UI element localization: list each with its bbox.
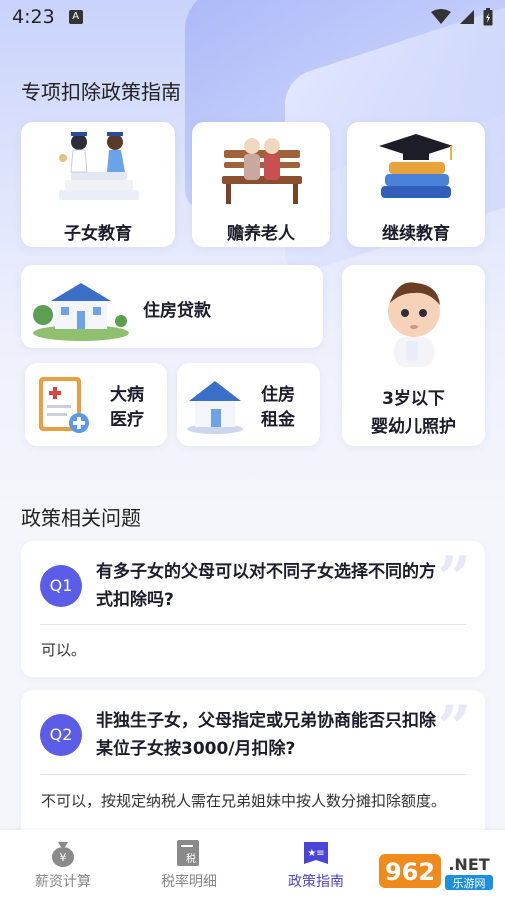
quote-mark-icon: ” <box>437 544 471 612</box>
svg-text:★≡: ★≡ <box>307 848 324 859</box>
battery-icon <box>483 8 493 26</box>
tab-tax-rate[interactable]: 税 税率明细 <box>134 830 244 899</box>
tab-label-salary-calc: 薪资计算 <box>35 874 91 890</box>
faq-card-2[interactable]: Q2 非独生子女，父母指定或兄弟协商能否只扣除某位子女按3000/月扣除? ” … <box>21 690 485 840</box>
tab-salary-calc[interactable]: ¥ 薪资计算 <box>8 830 118 899</box>
svg-text:¥: ¥ <box>60 851 67 864</box>
card-label-rent-line1: 住房 <box>261 385 295 405</box>
faq-divider <box>40 774 466 775</box>
card-medical[interactable]: 大病 医疗 <box>25 363 167 446</box>
medical-illustration-icon <box>39 377 89 433</box>
salary-calc-icon: ¥ <box>52 842 74 867</box>
svg-text:962: 962 <box>385 858 435 886</box>
tab-label-tax-rate: 税率明细 <box>161 874 217 890</box>
card-child-education[interactable]: 子女教育 <box>21 122 175 247</box>
status-time: 4:23 <box>12 6 55 28</box>
policy-guide-icon: ★≡ <box>304 842 328 864</box>
accessibility-a-icon: A <box>68 10 83 24</box>
faq-answer-2: 不可以，按规定纳税人需在兄弟姐妹中按人数分摊扣除额度。 <box>41 792 447 810</box>
card-housing-loan[interactable]: 住房贷款 <box>21 265 323 348</box>
housing-loan-illustration-icon <box>33 283 129 341</box>
svg-text:.NET: .NET <box>448 855 489 874</box>
card-label-elderly-support: 赡养老人 <box>227 224 295 244</box>
section-title-deduction-guide: 专项扣除政策指南 <box>21 80 181 104</box>
card-label-infant-care: 3岁以下 婴幼儿照护 <box>342 385 485 441</box>
tax-rate-icon: 税 <box>177 840 199 866</box>
continuing-education-illustration-icon <box>379 134 453 198</box>
rent-illustration-icon <box>187 381 243 434</box>
infant-care-illustration-icon <box>388 282 440 367</box>
tab-label-policy-guide: 政策指南 <box>288 874 344 890</box>
card-rent[interactable]: 住房 租金 <box>177 363 320 446</box>
card-label-continuing-education: 继续教育 <box>382 224 450 244</box>
card-label-child-education: 子女教育 <box>64 224 132 244</box>
card-label-medical-line2: 医疗 <box>110 410 144 430</box>
card-label-rent-line2: 租金 <box>261 410 295 430</box>
svg-text:乐游网: 乐游网 <box>453 877 486 890</box>
962-watermark-logo: 962 .NET 乐游网 <box>379 854 493 890</box>
elderly-support-illustration-icon <box>222 138 302 204</box>
faq-question-1: 有多子女的父母可以对不同子女选择不同的方式扣除吗? <box>96 562 436 610</box>
faq-question-2: 非独生子女，父母指定或兄弟协商能否只扣除某位子女按3000/月扣除? <box>96 711 436 759</box>
section-title-policy-faq: 政策相关问题 <box>21 506 141 530</box>
card-label-medical: 大病 医疗 <box>110 383 144 433</box>
wifi-icon <box>431 9 451 24</box>
card-label-medical-line1: 大病 <box>110 385 144 405</box>
quote-mark-icon: ” <box>437 693 471 761</box>
signal-icon <box>460 10 474 24</box>
child-education-illustration-icon <box>59 132 139 200</box>
faq-divider <box>40 624 466 625</box>
faq-answer-1: 可以。 <box>41 641 87 659</box>
card-label-rent: 住房 租金 <box>261 383 295 433</box>
svg-text:税: 税 <box>186 852 196 865</box>
faq-badge-q2: Q2 <box>40 714 82 756</box>
faq-badge-q1: Q1 <box>40 565 82 607</box>
card-label-infant-line1: 3岁以下 <box>382 389 445 409</box>
card-label-infant-line2: 婴幼儿照护 <box>371 417 456 437</box>
card-elderly-support[interactable]: 赡养老人 <box>192 122 330 247</box>
status-bar: 4:23 A <box>0 0 505 34</box>
card-label-housing-loan: 住房贷款 <box>143 301 211 321</box>
faq-card-1[interactable]: Q1 有多子女的父母可以对不同子女选择不同的方式扣除吗? ” 可以。 <box>21 541 485 677</box>
card-infant-care[interactable]: 3岁以下 婴幼儿照护 <box>342 265 485 446</box>
tab-policy-guide[interactable]: ★≡ 政策指南 <box>261 830 371 899</box>
card-continuing-education[interactable]: 继续教育 <box>347 122 485 247</box>
